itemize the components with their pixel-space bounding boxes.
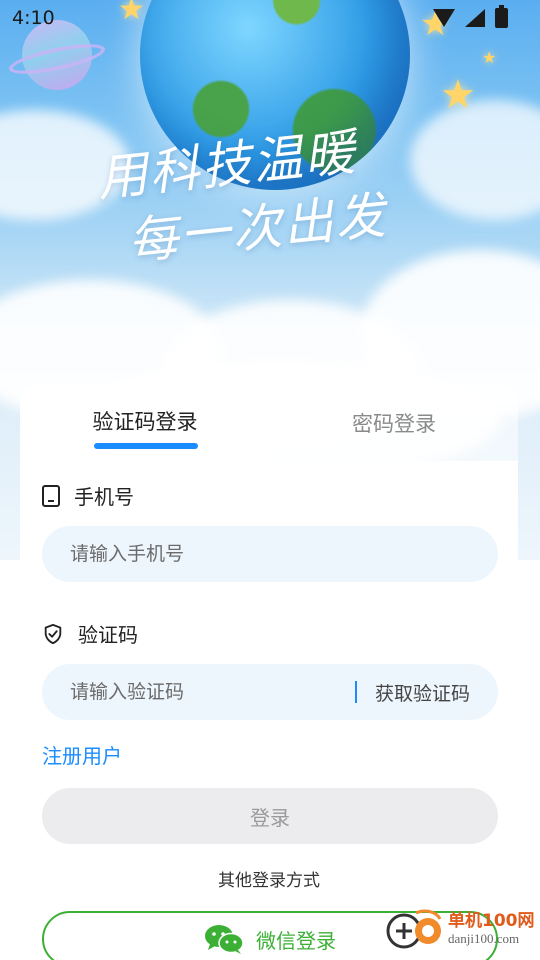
register-link[interactable]: 注册用户 [42, 740, 122, 769]
phone-label-text: 手机号 [74, 485, 134, 509]
code-label-text: 验证码 [78, 623, 138, 647]
signal-icon [465, 9, 485, 27]
phone-icon [42, 484, 60, 507]
star-decoration: ★ [440, 72, 476, 118]
battery-icon [495, 5, 508, 28]
status-bar: 4:10 [0, 0, 540, 36]
watermark-name: 单机100网 [448, 911, 535, 931]
login-tabs: 密码登录 验证码登录 [20, 385, 518, 463]
other-login-label: 其他登录方式 [218, 871, 320, 891]
site-watermark: 单机100网 danji100.com [386, 902, 536, 958]
verification-code-input[interactable] [70, 681, 347, 703]
login-card: 密码登录 验证码登录 手机号 验证码 获取验证码 注 [20, 385, 518, 960]
wechat-icon [205, 925, 244, 954]
shield-check-icon [44, 623, 62, 644]
wechat-login-label: 微信登录 [256, 928, 336, 953]
tab-code-login[interactable]: 验证码登录 [20, 385, 270, 463]
phone-field-label: 手机号 [42, 481, 134, 510]
watermark-text: 单机100网 danji100.com [448, 912, 535, 948]
phone-input[interactable] [70, 543, 470, 565]
input-divider [354, 681, 357, 703]
code-input-wrapper: 获取验证码 [42, 664, 498, 720]
tab-label: 密码登录 [352, 412, 436, 436]
status-time: 4:10 [12, 7, 55, 29]
tab-password-login[interactable]: 密码登录 [270, 385, 518, 461]
watermark-domain: danji100.com [448, 931, 520, 946]
code-field-label: 验证码 [42, 619, 138, 648]
wifi-icon [433, 9, 455, 27]
phone-input-wrapper [42, 526, 498, 582]
login-form: 手机号 验证码 获取验证码 注册用户 登录 其他登录方式 [20, 461, 518, 960]
get-code-button[interactable]: 获取验证码 [375, 679, 470, 706]
status-icons [433, 5, 508, 28]
tab-label: 验证码登录 [92, 410, 198, 434]
star-decoration: ★ [482, 48, 497, 67]
slogan: 用科技温暖 每一次出发 [94, 111, 446, 278]
login-button[interactable]: 登录 [42, 788, 498, 844]
active-tab-indicator [94, 443, 198, 449]
watermark-logo-icon [386, 909, 442, 949]
